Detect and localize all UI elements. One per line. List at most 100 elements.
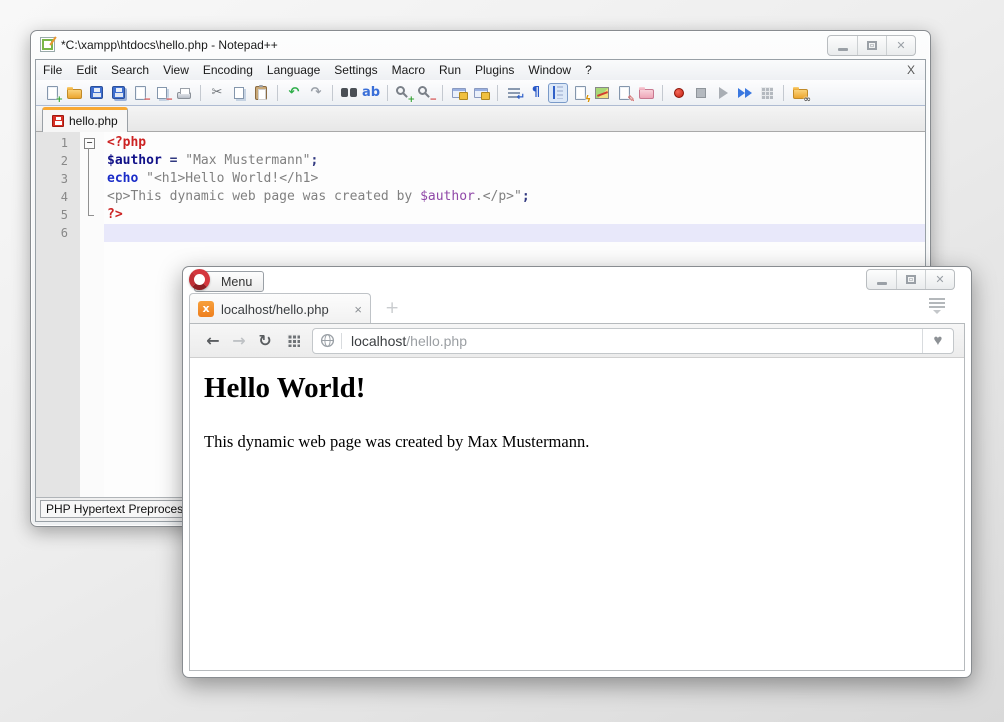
page-paragraph: This dynamic web page was created by Max… — [204, 432, 950, 452]
line-number: 5 — [36, 206, 80, 224]
menu-button-label: Menu — [221, 275, 252, 289]
tab-close-icon[interactable]: × — [354, 302, 362, 317]
code-line[interactable]: <?php — [104, 134, 925, 152]
close-file-icon[interactable]: − — [130, 83, 150, 103]
menu-view[interactable]: View — [156, 60, 196, 80]
new-tab-button[interactable]: + — [385, 300, 399, 316]
fold-margin[interactable] — [80, 132, 104, 497]
zoom-in-icon[interactable]: + — [394, 83, 414, 103]
menu-encoding[interactable]: Encoding — [196, 60, 260, 80]
document-map-icon[interactable] — [592, 83, 612, 103]
restore-button[interactable] — [857, 36, 886, 55]
bookmark-heart-button[interactable]: ♥ — [922, 329, 953, 353]
menu-search[interactable]: Search — [104, 60, 156, 80]
tab-hello-php[interactable]: hello.php — [42, 107, 128, 132]
save-macro-icon[interactable] — [757, 83, 777, 103]
address-bar[interactable]: localhost/hello.php ♥ — [312, 328, 954, 354]
menu-window[interactable]: Window — [521, 60, 578, 80]
indent-guide-icon[interactable] — [548, 83, 568, 103]
stop-macro-icon[interactable] — [691, 83, 711, 103]
doc-switcher-icon[interactable]: ✎ — [614, 83, 634, 103]
project-panel-icon[interactable] — [636, 83, 656, 103]
token-str: "<h1>Hello World!</h1> — [146, 171, 318, 186]
unsaved-red-floppy-icon — [52, 115, 64, 127]
page-content: Hello World! This dynamic web page was c… — [190, 358, 964, 670]
word-wrap-icon[interactable] — [504, 83, 524, 103]
toolbar-separator — [442, 85, 443, 101]
reload-button[interactable]: ↻ — [252, 331, 278, 350]
notepadpp-titlebar[interactable]: *C:\xampp\htdocs\hello.php - Notepad++ — [31, 31, 930, 58]
code-line[interactable]: ?> — [104, 206, 925, 224]
opera-logo-icon[interactable] — [189, 269, 210, 290]
menu-help[interactable]: ? — [578, 60, 599, 80]
browser-navigation-toolbar: ← → ↻ localhost/hello.php ♥ — [190, 324, 964, 358]
show-all-characters-icon[interactable]: ¶ — [526, 83, 546, 103]
sync-horizontal-scroll-icon[interactable] — [471, 83, 491, 103]
menu-file[interactable]: File — [36, 60, 69, 80]
toolbar-separator — [277, 85, 278, 101]
maximize-button[interactable] — [896, 270, 925, 289]
new-file-icon[interactable]: + — [42, 83, 62, 103]
minimize-button[interactable] — [828, 36, 857, 55]
save-icon[interactable] — [86, 83, 106, 103]
code-line[interactable] — [104, 224, 925, 242]
url-text: localhost/hello.php — [342, 333, 922, 349]
globe-icon — [320, 333, 335, 348]
fold-marker — [80, 188, 104, 206]
browser-tab[interactable]: localhost/hello.php × — [189, 293, 371, 324]
toolbar-separator — [662, 85, 663, 101]
toolbar-separator — [200, 85, 201, 101]
replace-icon[interactable]: ab — [361, 83, 381, 103]
tab-menu-button[interactable] — [929, 298, 945, 314]
token-strvar: $author — [420, 189, 475, 204]
record-macro-icon[interactable] — [669, 83, 689, 103]
token-str: "Max Mustermann" — [185, 153, 310, 168]
maximize-icon — [906, 275, 916, 284]
run-macro-multiple-times-icon[interactable] — [735, 83, 755, 103]
paste-icon[interactable] — [251, 83, 271, 103]
notepadpp-toolbar: +−−✂↶↷ab+−¶ϟ✎∞ — [36, 80, 925, 106]
token-str: .</p>" — [475, 189, 522, 204]
undo-icon[interactable]: ↶ — [284, 83, 304, 103]
close-button[interactable]: ✕ — [925, 270, 954, 289]
zoom-out-icon[interactable]: − — [416, 83, 436, 103]
menu-macro[interactable]: Macro — [385, 60, 432, 80]
line-number: 1 — [36, 134, 80, 152]
cut-icon[interactable]: ✂ — [207, 83, 227, 103]
plugins-admin-icon[interactable]: ∞ — [790, 83, 810, 103]
function-list-icon[interactable]: ϟ — [570, 83, 590, 103]
save-all-icon[interactable] — [108, 83, 128, 103]
fold-marker — [80, 170, 104, 188]
menu-settings[interactable]: Settings — [327, 60, 384, 80]
tab-label: hello.php — [69, 114, 118, 128]
fold-collapse-icon[interactable] — [80, 134, 104, 152]
notepadpp-tabbar: hello.php — [36, 106, 925, 132]
menu-language[interactable]: Language — [260, 60, 327, 80]
menu-edit[interactable]: Edit — [69, 60, 104, 80]
close-button[interactable]: ✕ — [886, 36, 915, 55]
code-line[interactable]: <p>This dynamic web page was created by … — [104, 188, 925, 206]
menu-run[interactable]: Run — [432, 60, 468, 80]
chevron-down-icon — [933, 310, 941, 314]
speed-dial-icon[interactable] — [287, 334, 300, 347]
minimize-button[interactable] — [867, 270, 896, 289]
menubar-close-icon[interactable]: X — [897, 63, 925, 77]
print-icon[interactable] — [174, 83, 194, 103]
line-number: 4 — [36, 188, 80, 206]
line-number-gutter: 123456 — [36, 132, 80, 497]
token-phptag: <?php — [107, 135, 146, 150]
open-file-icon[interactable] — [64, 83, 84, 103]
toolbar-separator — [497, 85, 498, 101]
copy-icon[interactable] — [229, 83, 249, 103]
token-kw: echo — [107, 171, 138, 186]
sync-vertical-scroll-icon[interactable] — [449, 83, 469, 103]
code-line[interactable]: $author = "Max Mustermann"; — [104, 152, 925, 170]
redo-icon[interactable]: ↷ — [306, 83, 326, 103]
back-button[interactable]: ← — [200, 331, 226, 350]
code-line[interactable]: echo "<h1>Hello World!</h1> — [104, 170, 925, 188]
close-all-icon[interactable]: − — [152, 83, 172, 103]
find-icon[interactable] — [339, 83, 359, 103]
forward-button[interactable]: → — [226, 331, 252, 350]
play-macro-icon[interactable] — [713, 83, 733, 103]
menu-plugins[interactable]: Plugins — [468, 60, 521, 80]
